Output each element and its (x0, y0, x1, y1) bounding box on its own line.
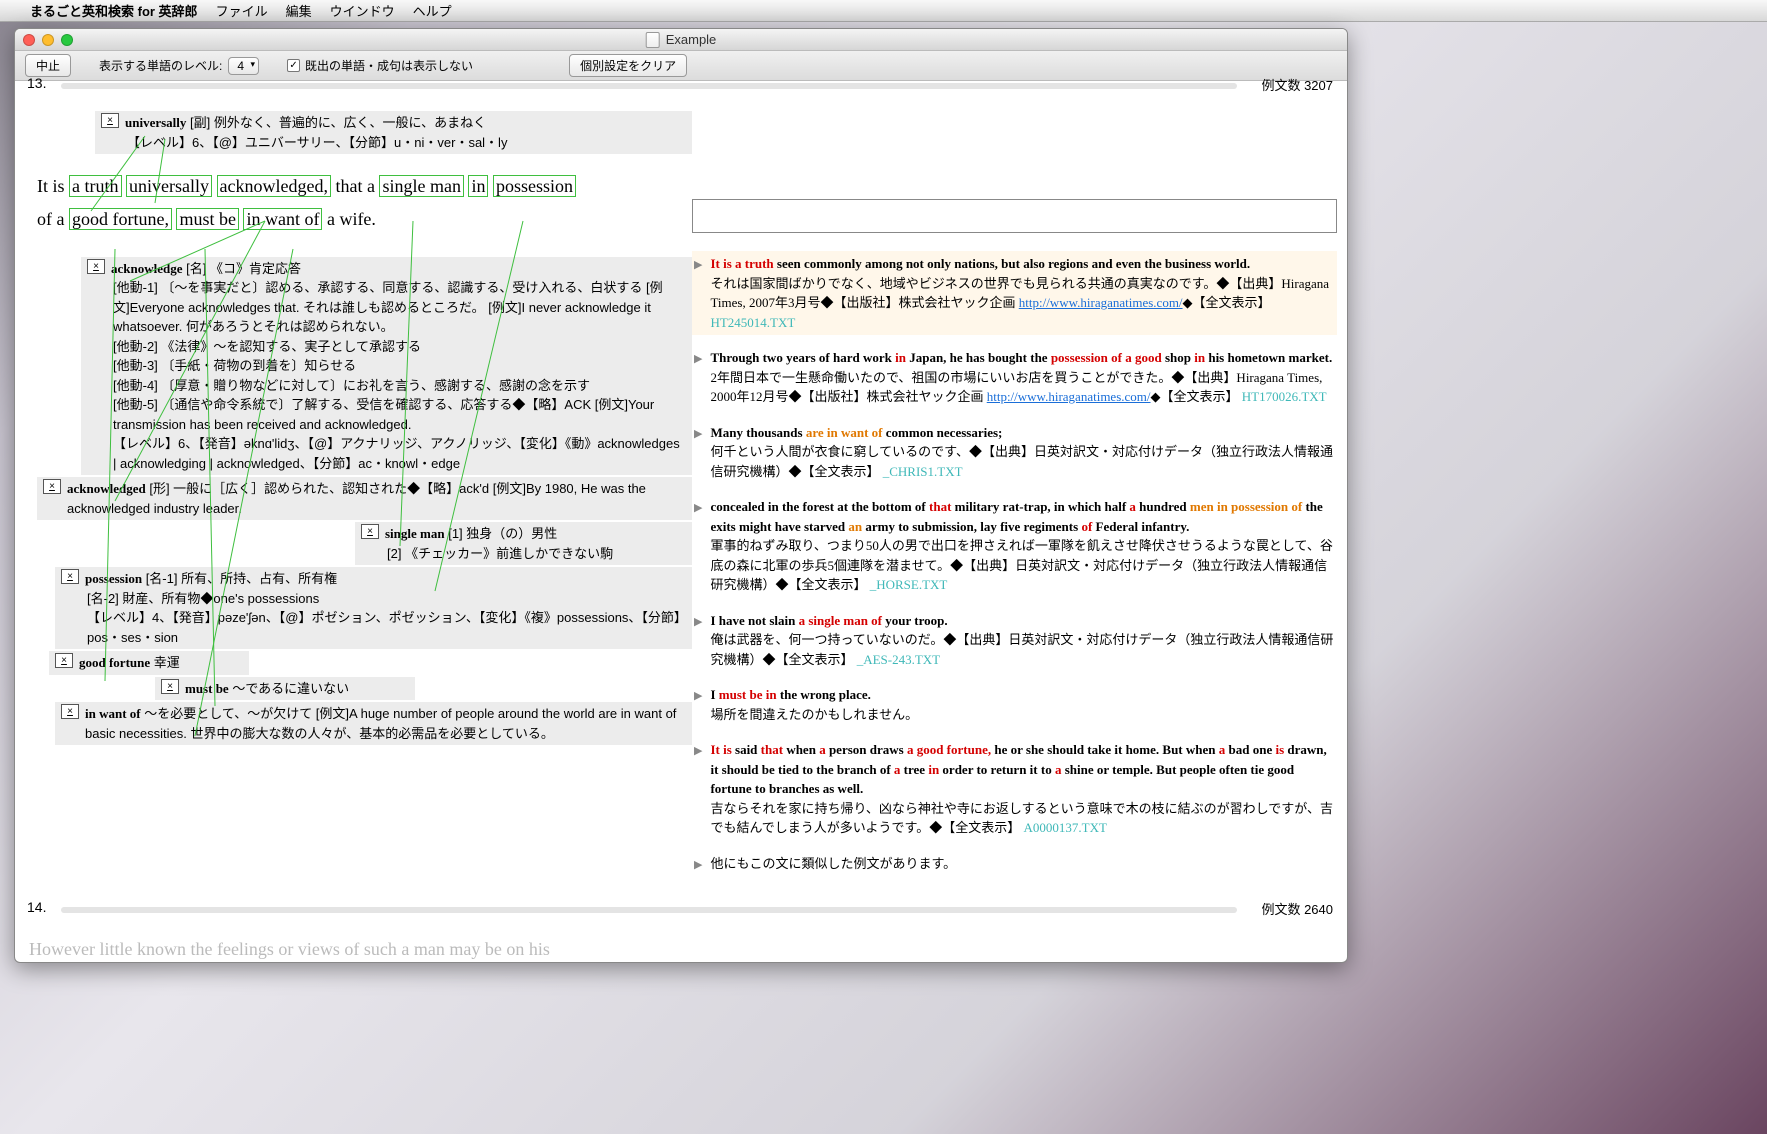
minimize-icon[interactable] (42, 34, 54, 46)
example-item[interactable]: ▶ It is a truth seen commonly among not … (692, 251, 1337, 335)
menu-file[interactable]: ファイル (216, 1, 268, 20)
definitions-pane: × universally [副] 例外なく、普遍的に、広く、一般に、あまねく … (15, 101, 692, 901)
disclosure-icon: ▶ (694, 351, 702, 368)
remove-button[interactable]: × (43, 479, 61, 494)
example-count-14: 例文数 2640 (1261, 899, 1333, 918)
disclosure-icon: ▶ (694, 614, 702, 631)
level-label: 表示する単語のレベル: (99, 57, 222, 74)
app-name[interactable]: まるごと英和検索 for 英辞郎 (30, 1, 198, 20)
macos-menubar: まるごと英和検索 for 英辞郎 ファイル 編集 ウインドウ ヘルプ (0, 0, 1767, 22)
disclosure-icon: ▶ (694, 688, 702, 705)
entry-single-man: × single man [1] 独身（の）男性 [2] 《チェッカー》前進しか… (355, 522, 692, 565)
file-link[interactable]: A0000137.TXT (1024, 820, 1107, 835)
close-icon[interactable] (23, 34, 35, 46)
disclosure-icon: ▶ (694, 743, 702, 760)
example-item[interactable]: ▶ Through two years of hard work in Japa… (692, 345, 1337, 410)
example-item[interactable]: ▶ It is said that when a person draws a … (692, 737, 1337, 841)
hw-good-fortune[interactable]: good fortune, (69, 208, 172, 230)
source-link[interactable]: http://www.hiraganatimes.com/ (1019, 295, 1183, 310)
menu-window[interactable]: ウインドウ (330, 1, 395, 20)
main-window: Example 中止 表示する単語のレベル: 4 ✓ 既出の単語・成句は表示しな… (14, 28, 1348, 963)
section-divider (61, 907, 1237, 913)
disclosure-icon: ▶ (694, 257, 702, 274)
headword: universally (125, 115, 186, 130)
examples-pane: ▶ It is a truth seen commonly among not … (692, 101, 1347, 901)
source-link[interactable]: http://www.hiraganatimes.com/ (987, 389, 1151, 404)
more-examples[interactable]: ▶ 他にもこの文に類似した例文があります。 (692, 851, 1337, 877)
hw-possession[interactable]: possession (493, 175, 576, 197)
window-title: Example (666, 32, 717, 47)
menu-help[interactable]: ヘルプ (413, 1, 452, 20)
next-sentence-preview: However little known the feelings or vie… (15, 925, 1347, 962)
entry-possession: × possession [名-1] 所有、所持、占有、所有権 [名-2] 財産… (55, 567, 692, 649)
level-select[interactable]: 4 (228, 57, 259, 75)
stop-button[interactable]: 中止 (25, 54, 71, 77)
remove-button[interactable]: × (61, 704, 79, 719)
remove-button[interactable]: × (87, 259, 105, 274)
file-link[interactable]: _HORSE.TXT (870, 577, 948, 592)
file-link[interactable]: _AES-243.TXT (857, 652, 940, 667)
disclosure-icon: ▶ (694, 857, 702, 874)
hw-a-truth[interactable]: a truth (69, 175, 122, 197)
remove-button[interactable]: × (161, 679, 179, 694)
hw-acknowledged[interactable]: acknowledged, (217, 175, 331, 197)
entry-universally: × universally [副] 例外なく、普遍的に、広く、一般に、あまねく … (95, 111, 692, 154)
example-item[interactable]: ▶ I must be in the wrong place. 場所を間違えたの… (692, 682, 1337, 727)
hw-in-want-of[interactable]: in want of (243, 208, 322, 230)
toolbar: 中止 表示する単語のレベル: 4 ✓ 既出の単語・成句は表示しない 個別設定をク… (15, 51, 1347, 81)
hide-known-checkbox[interactable]: ✓ 既出の単語・成句は表示しない (287, 57, 473, 74)
file-link[interactable]: _CHRIS1.TXT (883, 464, 963, 479)
example-item[interactable]: ▶ concealed in the forest at the bottom … (692, 494, 1337, 598)
checkbox-icon: ✓ (287, 59, 300, 72)
remove-button[interactable]: × (361, 524, 379, 539)
file-link[interactable]: HT170026.TXT (1242, 389, 1327, 404)
remove-button[interactable]: × (101, 113, 119, 128)
source-sentence: It is a truth universally acknowledged, … (25, 164, 692, 243)
section-number-13: 13. (27, 75, 46, 91)
hw-in[interactable]: in (468, 175, 488, 197)
entry-in-want-of: × in want of 〜を必要として、〜が欠けて [例文]A huge nu… (55, 702, 692, 745)
entry-good-fortune: × good fortune 幸運 (49, 651, 249, 675)
clear-settings-button[interactable]: 個別設定をクリア (569, 54, 687, 77)
entry-body: 【レベル】6、【@】ユニバーサリー、【分節】u・ni・ver・sal・ly (101, 133, 686, 153)
remove-button[interactable]: × (61, 569, 79, 584)
hw-universally[interactable]: universally (126, 175, 212, 197)
example-item[interactable]: ▶ I have not slain a single man of your … (692, 608, 1337, 673)
entry-acknowledge: × acknowledge [名] 《コ》肯定応答 [他動-1] 〔〜を事実だと… (81, 257, 692, 476)
document-icon (646, 32, 660, 48)
entry-acknowledged: × acknowledged [形] 一般に［広く］認められた、認知された◆【略… (37, 477, 692, 520)
example-input[interactable] (692, 199, 1337, 233)
section-number-14: 14. (27, 899, 46, 915)
entry-must-be: × must be 〜であるに違いない (155, 677, 415, 701)
zoom-icon[interactable] (61, 34, 73, 46)
disclosure-icon: ▶ (694, 426, 702, 443)
hide-known-label: 既出の単語・成句は表示しない (305, 57, 473, 74)
disclosure-icon: ▶ (694, 500, 702, 517)
section-divider (61, 83, 1237, 89)
file-link[interactable]: HT245014.TXT (710, 315, 795, 330)
example-item[interactable]: ▶ Many thousands are in want of common n… (692, 420, 1337, 485)
example-count-13: 例文数 3207 (1261, 75, 1333, 94)
titlebar: Example (15, 29, 1347, 51)
menu-edit[interactable]: 編集 (286, 1, 312, 20)
remove-button[interactable]: × (55, 653, 73, 668)
hw-must-be[interactable]: must be (176, 208, 239, 230)
hw-single-man[interactable]: single man (379, 175, 464, 197)
